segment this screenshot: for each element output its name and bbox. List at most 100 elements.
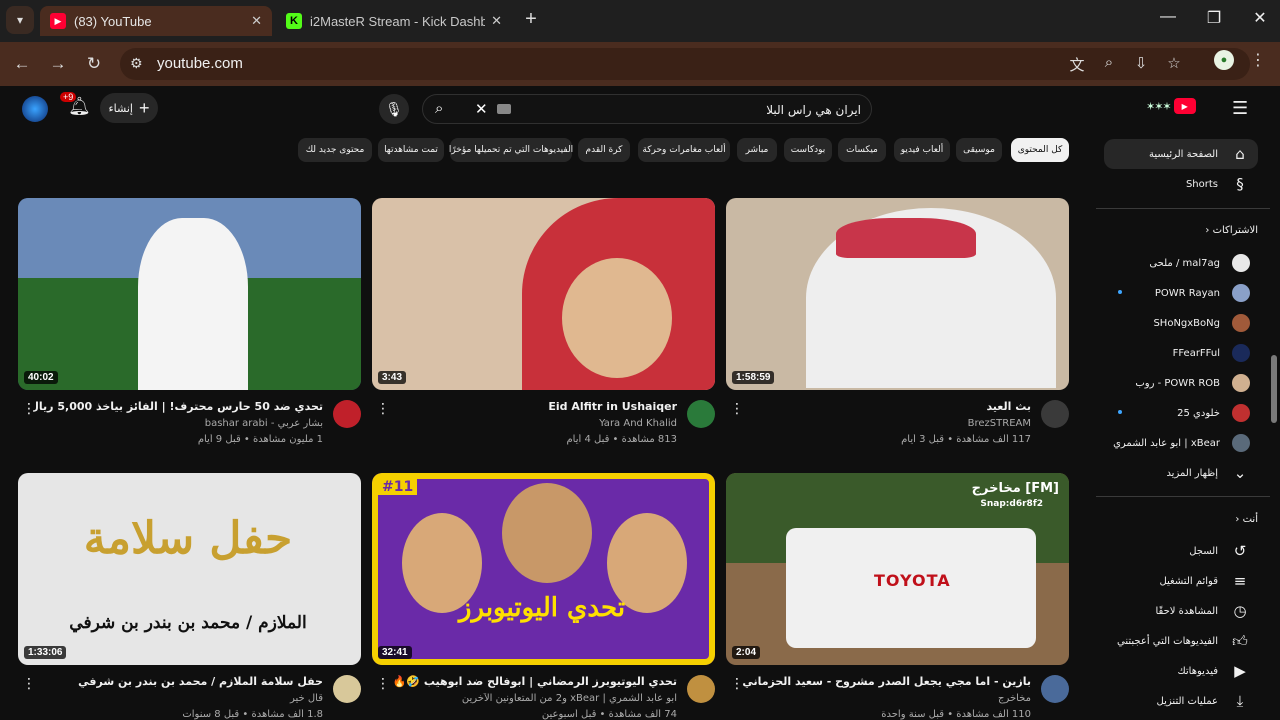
- chip[interactable]: الفيديوهات التي تم تحميلها مؤخرًا: [449, 138, 573, 162]
- notifications-bell-icon[interactable]: 🔔︎ +9: [60, 92, 91, 117]
- sidebar-item[interactable]: ملحى / mal7ag: [1104, 248, 1258, 278]
- more-actions-icon[interactable]: ⋮: [376, 400, 390, 417]
- scrollbar[interactable]: [1271, 355, 1277, 423]
- zoom-icon[interactable]: ⌕: [1098, 54, 1120, 71]
- forward-icon[interactable]: →: [46, 54, 70, 74]
- menu-icon[interactable]: ☰: [1232, 98, 1248, 119]
- close-tab-icon[interactable]: ✕: [491, 13, 502, 29]
- channel-avatar[interactable]: [333, 675, 361, 703]
- chip[interactable]: كل المحتوى: [1011, 138, 1069, 162]
- video-title[interactable]: تحدي اليوتيوبرز الرمضاني | ابوفالح ضد اب…: [387, 675, 677, 688]
- video-title[interactable]: بازين - اما مجي يجعل الصدر مشروح - سعيد …: [741, 675, 1031, 688]
- sidebar-item[interactable]: فيديوهاتك ▶: [1104, 656, 1258, 686]
- channel-avatar[interactable]: [1041, 400, 1069, 428]
- video-title[interactable]: بث العيد: [741, 400, 1031, 413]
- chip[interactable]: بودكاست: [784, 138, 832, 162]
- close-window-icon[interactable]: ✕: [1248, 8, 1272, 28]
- chip[interactable]: ألعاب مغامرات وحركة: [638, 138, 730, 162]
- search-icon[interactable]: ⌕: [435, 100, 443, 117]
- chip[interactable]: محتوى جديد لك: [298, 138, 372, 162]
- sidebar-item[interactable]: Shorts §: [1104, 169, 1258, 199]
- channel-name[interactable]: بشار عربي - bashar arabi: [33, 418, 323, 429]
- channel-avatar: [1232, 344, 1250, 362]
- video-thumbnail[interactable]: #11 تحدي اليوتيوبرز 32:41: [372, 473, 715, 665]
- site-info-icon[interactable]: ⚙: [130, 55, 143, 72]
- sidebar-item[interactable]: ابو عابد الشمري | xBear: [1104, 428, 1258, 458]
- video-title[interactable]: Eid Alfitr in Ushaiqer: [387, 400, 677, 413]
- bookmark-star-icon[interactable]: ☆: [1163, 54, 1185, 72]
- channel-avatar[interactable]: [333, 400, 361, 428]
- sidebar-item[interactable]: الصفحة الرئيسية ⌂: [1104, 139, 1258, 169]
- install-app-icon[interactable]: ⇩: [1130, 54, 1152, 72]
- chip[interactable]: تمت مشاهدتها: [378, 138, 444, 162]
- channel-name[interactable]: قال خير: [33, 693, 323, 704]
- channel-name[interactable]: مخاخرج: [741, 693, 1031, 704]
- channel-avatar[interactable]: [687, 400, 715, 428]
- video-title[interactable]: تحدي ضد 50 حارس محترف! | الفائز بياخذ 5,…: [33, 400, 323, 413]
- you-header[interactable]: › أنت: [1235, 514, 1258, 525]
- sidebar-item[interactable]: خلودي 25: [1104, 398, 1258, 428]
- channel-name[interactable]: BrezSTREAM: [741, 418, 1031, 429]
- video-thumbnail[interactable]: 3:43: [372, 198, 715, 390]
- sidebar-item[interactable]: الفيديوهات التي أعجبتني 👍︎: [1104, 626, 1258, 656]
- channel-name[interactable]: Yara And Khalid: [387, 418, 677, 429]
- close-tab-icon[interactable]: ✕: [251, 13, 262, 29]
- subscriptions-header[interactable]: › الاشتراكات: [1205, 225, 1258, 236]
- more-actions-icon[interactable]: ⋮: [730, 675, 744, 692]
- keyboard-icon[interactable]: [497, 104, 511, 114]
- sidebar-item[interactable]: FFearFFul: [1104, 338, 1258, 368]
- sidebar-item[interactable]: SHoNgxBoNg: [1104, 308, 1258, 338]
- chip[interactable]: مباشر: [737, 138, 777, 162]
- clear-search-icon[interactable]: ✕: [475, 100, 488, 118]
- voice-search-icon[interactable]: 🎙︎: [379, 94, 409, 124]
- chip[interactable]: موسيقى: [956, 138, 1002, 162]
- youtube-icon: ▶: [50, 13, 66, 29]
- more-actions-icon[interactable]: ⋮: [22, 400, 36, 417]
- thumbnail-subcaption: الملازم / محمد بن بندر بن شرفي: [69, 613, 307, 633]
- url-text[interactable]: youtube.com: [157, 55, 243, 72]
- address-bar[interactable]: ⚙ youtube.com 文 ⌕ ⇩ ☆: [120, 48, 1250, 80]
- profile-avatar[interactable]: ●: [1214, 50, 1234, 70]
- create-button[interactable]: إنشاء +: [100, 93, 158, 123]
- sidebar-item[interactable]: قوائم التشغيل ≡: [1104, 566, 1258, 596]
- more-actions-icon[interactable]: ⋮: [376, 675, 390, 692]
- video-thumbnail[interactable]: مخاخرج [FM] Snap:d6r8f2 TOYOTA 2:04: [726, 473, 1069, 665]
- show-more-button[interactable]: إظهار المزيد ⌄: [1104, 458, 1258, 488]
- minimize-icon[interactable]: —: [1156, 8, 1180, 26]
- chip[interactable]: كرة القدم: [578, 138, 630, 162]
- chip[interactable]: ميكسات: [838, 138, 886, 162]
- account-avatar[interactable]: [22, 96, 48, 122]
- more-actions-icon[interactable]: ⋮: [22, 675, 36, 692]
- video-meta: ⋮ بازين - اما مجي يجعل الصدر مشروح - سعيد…: [726, 673, 1069, 720]
- chip[interactable]: ألعاب فيديو: [894, 138, 950, 162]
- sidebar-item[interactable]: المشاهدة لاحقًا ◷: [1104, 596, 1258, 626]
- video-title[interactable]: حفل سلامة الملازم / محمد بن بندر بن شرفي: [33, 675, 323, 688]
- browser-menu-icon[interactable]: ⋮: [1250, 50, 1266, 70]
- channel-name[interactable]: ابو عابد الشمري | xBear و2 من المتعاونين…: [387, 693, 677, 704]
- sidebar-item[interactable]: روب - POWR ROB: [1104, 368, 1258, 398]
- tab-youtube[interactable]: ▶ (83) YouTube ✕: [40, 6, 272, 36]
- more-actions-icon[interactable]: ⋮: [730, 400, 744, 417]
- sidebar-item[interactable]: السجل ↺: [1104, 536, 1258, 566]
- video-thumbnail[interactable]: حفل سلامة الملازم / محمد بن بندر بن شرفي 1…: [18, 473, 361, 665]
- channel-avatar[interactable]: [1041, 675, 1069, 703]
- search-input[interactable]: [521, 99, 861, 121]
- video-thumbnail[interactable]: 40:02: [18, 198, 361, 390]
- new-tab-icon[interactable]: +: [520, 8, 542, 31]
- sidebar-item[interactable]: عمليات التنزيل ⤓: [1104, 686, 1258, 716]
- translate-icon[interactable]: 文: [1066, 54, 1088, 75]
- maximize-icon[interactable]: ❐: [1202, 8, 1226, 28]
- youtube-logo[interactable]: ✶✶✶ ▶: [1146, 98, 1196, 114]
- sidebar-item[interactable]: POWR Rayan: [1104, 278, 1258, 308]
- reload-icon[interactable]: ↻: [82, 54, 106, 74]
- youtube-play-icon: ▶: [1173, 98, 1196, 114]
- channel-avatar[interactable]: [687, 675, 715, 703]
- search-bar: ⌕ ✕: [422, 94, 872, 124]
- tab-search-icon[interactable]: ▾: [6, 6, 34, 34]
- plus-icon: +: [138, 97, 150, 118]
- video-thumbnail[interactable]: 1:58:59: [726, 198, 1069, 390]
- duration-badge: 40:02: [24, 371, 58, 384]
- tab-kick[interactable]: K i2MasteR Stream - Kick Dashbo ✕: [276, 6, 512, 36]
- thumbnail-badge: #11: [378, 479, 418, 495]
- back-icon[interactable]: ←: [10, 54, 34, 74]
